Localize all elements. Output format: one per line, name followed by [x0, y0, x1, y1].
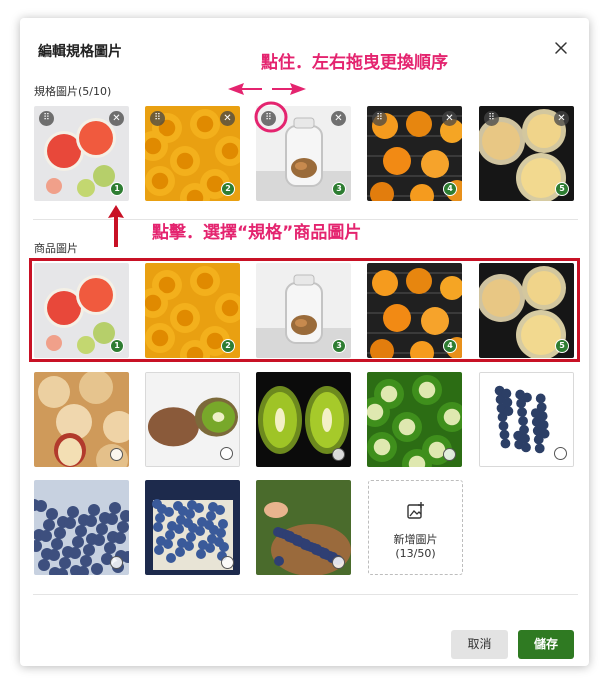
select-radio[interactable]: [554, 447, 567, 460]
spec-image-dried-pineapple[interactable]: ⠿ ✕ 2: [145, 106, 240, 201]
remove-image-icon[interactable]: ✕: [554, 111, 569, 126]
remove-image-icon[interactable]: ✕: [109, 111, 124, 126]
selection-highlight-box: [29, 258, 580, 362]
divider: [33, 594, 578, 595]
add-image-label: 新增圖片: [393, 533, 438, 546]
highlight-circle-icon: [254, 101, 288, 133]
add-image-count: (13/50): [395, 547, 436, 560]
drag-handle-icon[interactable]: ⠿: [484, 111, 499, 126]
product-image-dried-apple[interactable]: [34, 372, 129, 467]
select-radio[interactable]: [221, 556, 234, 569]
select-radio[interactable]: [220, 447, 233, 460]
up-arrow-icon: [108, 205, 124, 247]
product-image-blueberries-hand[interactable]: [256, 480, 351, 575]
spec-images-label: 規格圖片(5/10): [34, 85, 112, 98]
spec-image-dried-orange[interactable]: ⠿ ✕ 4: [367, 106, 462, 201]
select-radio[interactable]: [110, 556, 123, 569]
product-image-blueberries-basket[interactable]: [145, 480, 240, 575]
drag-handle-icon[interactable]: ⠿: [150, 111, 165, 126]
order-badge: 4: [443, 182, 457, 196]
dialog-title: 編輯規格圖片: [38, 44, 122, 60]
click-hint-annotation: 點擊．選擇“規格”商品圖片: [152, 223, 362, 243]
product-image-blueberries-white[interactable]: [479, 372, 574, 467]
remove-image-icon[interactable]: ✕: [331, 111, 346, 126]
remove-image-icon[interactable]: ✕: [442, 111, 457, 126]
remove-image-icon[interactable]: ✕: [220, 111, 235, 126]
save-button[interactable]: 儲存: [518, 630, 574, 659]
spec-image-dried-lemon[interactable]: ⠿ ✕ 5: [479, 106, 574, 201]
select-radio[interactable]: [332, 448, 345, 461]
product-image-blueberries-pile[interactable]: [34, 480, 129, 575]
order-badge: 5: [555, 182, 569, 196]
select-radio[interactable]: [443, 448, 456, 461]
close-icon[interactable]: [553, 40, 569, 56]
product-image-kiwi-halves[interactable]: [145, 372, 240, 467]
order-badge: 3: [332, 182, 346, 196]
cancel-button[interactable]: 取消: [451, 630, 508, 659]
product-image-kiwi-slices[interactable]: [367, 372, 462, 467]
order-badge: 2: [221, 182, 235, 196]
select-radio[interactable]: [332, 556, 345, 569]
spec-image-grapefruit[interactable]: ⠿ ✕ 1: [34, 106, 129, 201]
drag-handle-icon[interactable]: ⠿: [39, 111, 54, 126]
select-radio[interactable]: [110, 448, 123, 461]
drag-arrows-icon: [228, 83, 306, 95]
product-images-label: 商品圖片: [34, 242, 78, 255]
drag-hint-annotation: 點住．左右拖曳更換順序: [261, 53, 448, 73]
drag-handle-icon[interactable]: ⠿: [372, 111, 387, 126]
order-badge: 1: [110, 182, 124, 196]
add-image-icon: [407, 502, 424, 519]
add-image-button[interactable]: 新增圖片 (13/50): [368, 480, 463, 575]
product-image-kiwi-halves-dark[interactable]: [256, 372, 351, 467]
